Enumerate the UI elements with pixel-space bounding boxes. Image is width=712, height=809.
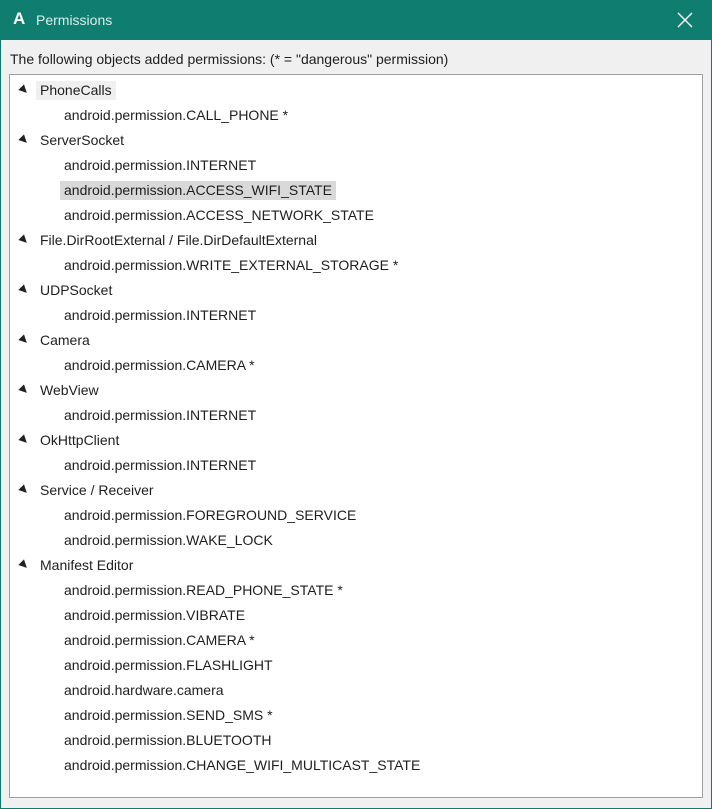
tree-group-label[interactable]: Service / Receiver	[36, 481, 158, 500]
tree-item[interactable]: android.permission.FOREGROUND_SERVICE	[10, 503, 702, 528]
permissions-dialog: A Permissions The following objects adde…	[0, 0, 712, 809]
permission-label[interactable]: android.permission.WAKE_LOCK	[60, 531, 277, 550]
tree-group-row[interactable]: PhoneCalls	[10, 78, 702, 103]
permission-label[interactable]: android.permission.CALL_PHONE *	[60, 106, 292, 125]
expand-triangle-icon[interactable]	[18, 334, 30, 346]
permission-label[interactable]: android.permission.CAMERA *	[60, 631, 259, 650]
permission-label[interactable]: android.permission.FLASHLIGHT	[60, 656, 277, 675]
expand-triangle-icon[interactable]	[18, 284, 30, 296]
tree-item[interactable]: android.permission.WAKE_LOCK	[10, 528, 702, 553]
tree-item[interactable]: android.permission.FLASHLIGHT	[10, 653, 702, 678]
tree-group-row[interactable]: WebView	[10, 378, 702, 403]
tree-item[interactable]: android.permission.INTERNET	[10, 153, 702, 178]
tree-group: Service / Receiver android.permission.FOR…	[10, 478, 702, 553]
tree-group-label[interactable]: OkHttpClient	[36, 431, 123, 450]
tree-group: Camera android.permission.CAMERA *	[10, 328, 702, 378]
tree-group: OkHttpClient android.permission.INTERNET	[10, 428, 702, 478]
expand-triangle-icon[interactable]	[18, 134, 30, 146]
expand-triangle-icon[interactable]	[18, 559, 30, 571]
tree-group-row[interactable]: ServerSocket	[10, 128, 702, 153]
window-title: Permissions	[36, 12, 113, 28]
tree-group: UDPSocket android.permission.INTERNET	[10, 278, 702, 328]
tree-item[interactable]: android.permission.READ_PHONE_STATE *	[10, 578, 702, 603]
tree-item[interactable]: android.permission.ACCESS_NETWORK_STATE	[10, 203, 702, 228]
tree-group-label[interactable]: WebView	[36, 381, 103, 400]
permission-label[interactable]: android.permission.INTERNET	[60, 456, 260, 475]
permission-label[interactable]: android.permission.READ_PHONE_STATE *	[60, 581, 347, 600]
close-icon	[677, 12, 693, 28]
tree-group-row[interactable]: UDPSocket	[10, 278, 702, 303]
tree-group-label[interactable]: PhoneCalls	[36, 81, 116, 100]
tree-item[interactable]: android.permission.CALL_PHONE *	[10, 103, 702, 128]
tree-group-row[interactable]: Camera	[10, 328, 702, 353]
tree-item[interactable]: android.permission.SEND_SMS *	[10, 703, 702, 728]
permission-label[interactable]: android.permission.INTERNET	[60, 406, 260, 425]
tree-item[interactable]: android.hardware.camera	[10, 678, 702, 703]
permission-label[interactable]: android.permission.BLUETOOTH	[60, 731, 275, 750]
tree-item[interactable]: android.permission.INTERNET	[10, 403, 702, 428]
tree-group: ServerSocket android.permission.INTERNET a…	[10, 128, 702, 228]
close-button[interactable]	[673, 8, 697, 32]
title-bar[interactable]: A Permissions	[1, 0, 711, 40]
permission-label[interactable]: android.hardware.camera	[60, 681, 228, 700]
tree-group-label[interactable]: ServerSocket	[36, 131, 128, 150]
tree-group-label[interactable]: File.DirRootExternal / File.DirDefaultEx…	[36, 231, 321, 250]
tree-group: WebView android.permission.INTERNET	[10, 378, 702, 428]
permission-label[interactable]: android.permission.WRITE_EXTERNAL_STORAG…	[60, 256, 402, 275]
tree-group-label[interactable]: Camera	[36, 331, 94, 350]
tree-group-row[interactable]: Manifest Editor	[10, 553, 702, 578]
permission-label[interactable]: android.permission.ACCESS_NETWORK_STATE	[60, 206, 378, 225]
tree-item[interactable]: android.permission.CHANGE_WIFI_MULTICAST…	[10, 753, 702, 778]
tree-item[interactable]: android.permission.WRITE_EXTERNAL_STORAG…	[10, 253, 702, 278]
tree-group: Manifest Editor android.permission.READ_P…	[10, 553, 702, 778]
tree-item[interactable]: android.permission.ACCESS_WIFI_STATE	[10, 178, 702, 203]
tree-item[interactable]: android.permission.BLUETOOTH	[10, 728, 702, 753]
tree-item[interactable]: android.permission.INTERNET	[10, 453, 702, 478]
tree-item[interactable]: android.permission.VIBRATE	[10, 603, 702, 628]
permission-label[interactable]: android.permission.INTERNET	[60, 156, 260, 175]
expand-triangle-icon[interactable]	[18, 84, 30, 96]
expand-triangle-icon[interactable]	[18, 384, 30, 396]
expand-triangle-icon[interactable]	[18, 234, 30, 246]
dialog-caption: The following objects added permissions:…	[10, 51, 449, 67]
tree-group-row[interactable]: Service / Receiver	[10, 478, 702, 503]
tree-group-row[interactable]: OkHttpClient	[10, 428, 702, 453]
permission-label[interactable]: android.permission.CHANGE_WIFI_MULTICAST…	[60, 756, 424, 775]
tree-item[interactable]: android.permission.CAMERA *	[10, 628, 702, 653]
permission-label[interactable]: android.permission.CAMERA *	[60, 356, 259, 375]
permission-label[interactable]: android.permission.FOREGROUND_SERVICE	[60, 506, 360, 525]
tree-item[interactable]: android.permission.INTERNET	[10, 303, 702, 328]
tree-group-label[interactable]: Manifest Editor	[36, 556, 137, 575]
tree-item[interactable]: android.permission.CAMERA *	[10, 353, 702, 378]
tree-group: File.DirRootExternal / File.DirDefaultEx…	[10, 228, 702, 278]
expand-triangle-icon[interactable]	[18, 484, 30, 496]
app-logo-icon: A	[13, 9, 26, 28]
permissions-tree[interactable]: PhoneCalls android.permission.CALL_PHONE …	[9, 74, 703, 798]
tree-group-label[interactable]: UDPSocket	[36, 281, 116, 300]
permission-label[interactable]: android.permission.SEND_SMS *	[60, 706, 277, 725]
permission-label[interactable]: android.permission.VIBRATE	[60, 606, 249, 625]
tree-group: PhoneCalls android.permission.CALL_PHONE …	[10, 78, 702, 128]
tree-group-row[interactable]: File.DirRootExternal / File.DirDefaultEx…	[10, 228, 702, 253]
permission-label[interactable]: android.permission.INTERNET	[60, 306, 260, 325]
expand-triangle-icon[interactable]	[18, 434, 30, 446]
permission-label[interactable]: android.permission.ACCESS_WIFI_STATE	[60, 181, 336, 200]
